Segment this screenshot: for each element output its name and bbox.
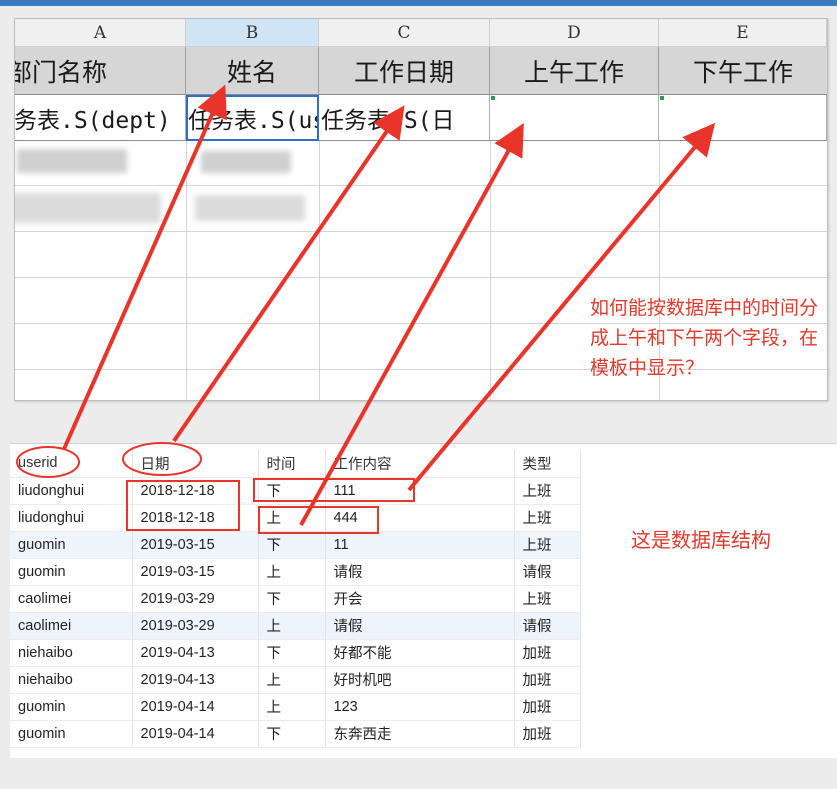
cell-date[interactable]: 2019-03-29 (132, 612, 259, 640)
cell-userid[interactable]: liudonghui (10, 477, 133, 505)
grid-line (15, 277, 827, 278)
cell-userid[interactable]: guomin (10, 558, 133, 586)
cell-time[interactable]: 下 (258, 639, 326, 667)
cell-work-content[interactable]: 好时机吧 (325, 666, 515, 694)
redacted-content (201, 151, 291, 173)
column-header-c[interactable]: C (319, 19, 490, 47)
cell-userid[interactable]: niehaibo (10, 666, 133, 694)
cell-time[interactable]: 下 (258, 720, 326, 748)
cell-date[interactable]: 2019-04-14 (132, 720, 259, 748)
grid-line (186, 141, 187, 400)
cell-time[interactable]: 上 (258, 612, 326, 640)
grid-line (319, 141, 320, 400)
cell-type[interactable]: 加班 (514, 720, 581, 748)
template-cell-userid[interactable]: 任务表.S(userid) (186, 95, 319, 141)
cell-userid[interactable]: caolimei (10, 585, 133, 613)
column-header-b[interactable]: B (186, 19, 319, 47)
cell-type[interactable]: 加班 (514, 639, 581, 667)
cell-date[interactable]: 2019-04-14 (132, 693, 259, 721)
cell-time[interactable]: 上 (258, 666, 326, 694)
table-row[interactable]: guomin 2019-04-14 下 东奔西走 加班 (10, 720, 581, 748)
cell-work-content[interactable]: 开会 (325, 585, 515, 613)
question-annotation: 如何能按数据库中的时间分成上午和下午两个字段，在模板中显示？ (590, 297, 819, 379)
cell-type[interactable]: 请假 (514, 612, 581, 640)
cell-time[interactable]: 上 (258, 693, 326, 721)
field-header-work-date[interactable]: 工作日期 (319, 47, 490, 95)
cell-date[interactable]: 2019-04-13 (132, 666, 259, 694)
cell-work-content[interactable]: 111 (325, 477, 515, 505)
column-userid[interactable]: userid (10, 450, 133, 478)
cell-userid[interactable]: niehaibo (10, 639, 133, 667)
cell-userid[interactable]: liudonghui (10, 504, 133, 532)
cell-work-content[interactable]: 11 (325, 531, 515, 559)
database-table-panel: userid 日期 时间 工作内容 类型 liudonghui 2018-12-… (10, 443, 837, 758)
cell-date[interactable]: 2019-03-29 (132, 585, 259, 613)
column-date[interactable]: 日期 (132, 450, 259, 478)
cell-comment-marker (660, 96, 664, 100)
table-row[interactable]: liudonghui 2018-12-18 下 111 上班 (10, 477, 581, 505)
cell-date[interactable]: 2019-04-13 (132, 639, 259, 667)
database-caption: 这是数据库结构 (631, 528, 771, 552)
cell-type[interactable]: 上班 (514, 585, 581, 613)
column-work-content[interactable]: 工作内容 (325, 450, 515, 478)
grid-line (15, 185, 827, 186)
cell-work-content[interactable]: 请假 (325, 558, 515, 586)
field-header-name[interactable]: 姓名 (186, 47, 319, 95)
redacted-content (15, 193, 161, 223)
cell-type[interactable]: 上班 (514, 477, 581, 505)
table-row[interactable]: liudonghui 2018-12-18 上 444 上班 (10, 504, 581, 532)
cell-type[interactable]: 请假 (514, 558, 581, 586)
cell-work-content[interactable]: 好都不能 (325, 639, 515, 667)
field-header-dept[interactable]: 部门名称 (15, 47, 186, 95)
table-row[interactable]: guomin 2019-04-14 上 123 加班 (10, 693, 581, 721)
cell-work-content[interactable]: 123 (325, 693, 515, 721)
cell-userid[interactable]: guomin (10, 531, 133, 559)
template-cell-afternoon[interactable] (659, 95, 827, 141)
table-row[interactable]: niehaibo 2019-04-13 上 好时机吧 加班 (10, 666, 581, 694)
table-row[interactable]: guomin 2019-03-15 上 请假 请假 (10, 558, 581, 586)
cell-userid[interactable]: caolimei (10, 612, 133, 640)
redacted-content (17, 149, 127, 173)
cell-comment-marker (491, 96, 495, 100)
field-header-afternoon-work[interactable]: 下午工作 (659, 47, 827, 95)
cell-time[interactable]: 上 (258, 558, 326, 586)
cell-type[interactable]: 加班 (514, 666, 581, 694)
column-time[interactable]: 时间 (258, 450, 326, 478)
cell-time[interactable]: 上 (258, 504, 326, 532)
grid-line (490, 141, 491, 400)
spreadsheet-template: A B C D E 部门名称 姓名 工作日期 上午工作 下午工作 任务表.S(d… (14, 18, 828, 401)
cell-userid[interactable]: guomin (10, 693, 133, 721)
database-table: userid 日期 时间 工作内容 类型 liudonghui 2018-12-… (10, 450, 581, 748)
table-row[interactable]: caolimei 2019-03-29 下 开会 上班 (10, 585, 581, 613)
table-row[interactable]: guomin 2019-03-15 下 11 上班 (10, 531, 581, 559)
cell-date[interactable]: 2018-12-18 (132, 477, 259, 505)
redacted-content (195, 195, 305, 221)
cell-time[interactable]: 下 (258, 585, 326, 613)
cell-work-content[interactable]: 444 (325, 504, 515, 532)
cell-type[interactable]: 上班 (514, 531, 581, 559)
template-cell-date[interactable]: 任务表.S(日 (319, 95, 490, 141)
cell-time[interactable]: 下 (258, 477, 326, 505)
column-header-e[interactable]: E (659, 19, 827, 47)
cell-date[interactable]: 2018-12-18 (132, 504, 259, 532)
table-header-row: userid 日期 时间 工作内容 类型 (10, 450, 581, 478)
column-type[interactable]: 类型 (514, 450, 581, 478)
window-top-bar (0, 0, 837, 6)
cell-type[interactable]: 上班 (514, 504, 581, 532)
cell-date[interactable]: 2019-03-15 (132, 531, 259, 559)
template-cell-dept[interactable]: 任务表.S(dept) (15, 95, 186, 141)
table-row[interactable]: caolimei 2019-03-29 上 请假 请假 (10, 612, 581, 640)
grid-line (15, 231, 827, 232)
cell-work-content[interactable]: 东奔西走 (325, 720, 515, 748)
field-header-morning-work[interactable]: 上午工作 (490, 47, 659, 95)
column-header-d[interactable]: D (490, 19, 659, 47)
cell-type[interactable]: 加班 (514, 693, 581, 721)
cell-userid[interactable]: guomin (10, 720, 133, 748)
template-cell-morning[interactable] (490, 95, 659, 141)
table-row[interactable]: niehaibo 2019-04-13 下 好都不能 加班 (10, 639, 581, 667)
cell-date[interactable]: 2019-03-15 (132, 558, 259, 586)
cell-time[interactable]: 下 (258, 531, 326, 559)
cell-work-content[interactable]: 请假 (325, 612, 515, 640)
column-header-a[interactable]: A (15, 19, 186, 47)
